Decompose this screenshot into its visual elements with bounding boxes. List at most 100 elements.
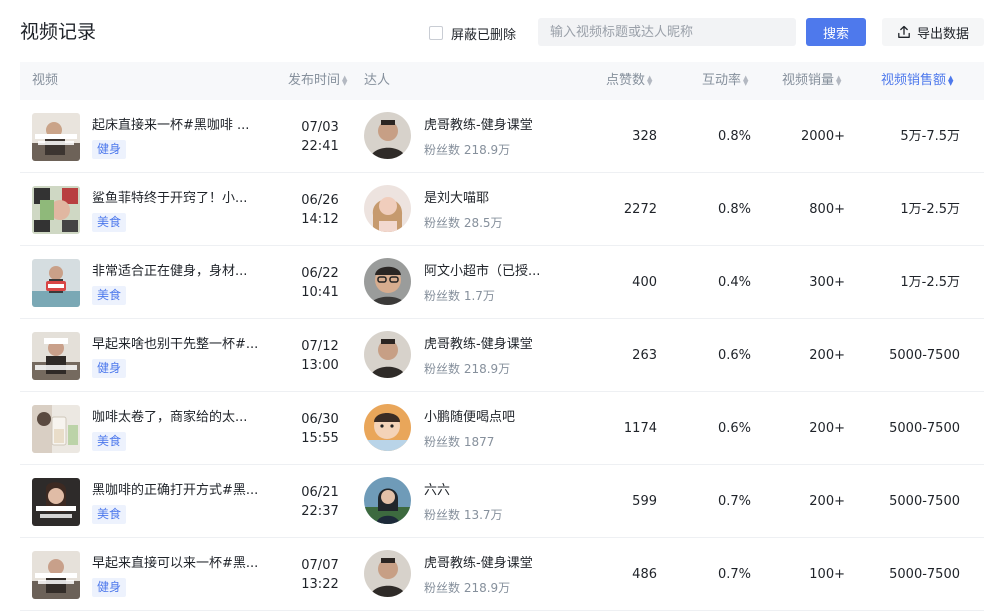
publish-time: 07/12 13:00 — [301, 339, 339, 373]
category-tag: 美食 — [92, 213, 127, 232]
sort-icon: ▲ ▼ — [743, 73, 749, 87]
search-input[interactable] — [538, 18, 796, 46]
category-tag: 健身 — [92, 359, 127, 378]
category-tag: 美食 — [92, 286, 127, 305]
sort-icon: ▲ ▼ — [342, 73, 348, 87]
influencer-name[interactable]: 虎哥教练-健身课堂 — [424, 555, 564, 573]
video-revenue: 1万-2.5万 — [900, 275, 960, 290]
column-header-publish-time[interactable]: 发布时间 ▲ ▼ — [288, 62, 347, 100]
publish-time: 07/07 13:22 — [301, 558, 339, 592]
like-count: 400 — [632, 275, 657, 290]
video-title[interactable]: 非常适合正在健身，身材... — [92, 263, 272, 281]
video-sales: 200+ — [809, 348, 845, 363]
engagement-rate: 0.8% — [717, 129, 751, 144]
table-row[interactable]: 咖啡太卷了，商家给的太... 美食 06/30 15:55 小鹏随便喝点吧 粉丝数… — [20, 392, 984, 465]
influencer-avatar[interactable] — [364, 477, 411, 524]
category-tag: 健身 — [92, 140, 127, 159]
influencer-avatar[interactable] — [364, 258, 411, 305]
video-title[interactable]: 早起来啥也别干先整一杯#... — [92, 336, 272, 354]
engagement-rate: 0.4% — [717, 275, 751, 290]
publish-time: 06/21 22:37 — [301, 485, 339, 519]
influencer-name[interactable]: 虎哥教练-健身课堂 — [424, 336, 564, 354]
publish-time: 06/30 15:55 — [301, 412, 339, 446]
video-revenue: 5万-7.5万 — [900, 129, 960, 144]
video-sales: 200+ — [809, 494, 845, 509]
table-row[interactable]: 早起来直接可以来一杯#黑... 健身 07/07 13:22 虎哥教练-健身课堂 … — [20, 538, 984, 611]
influencer-avatar[interactable] — [364, 404, 411, 451]
influencer-avatar[interactable] — [364, 185, 411, 232]
follower-count: 粉丝数 28.5万 — [424, 216, 503, 230]
engagement-rate: 0.7% — [717, 567, 751, 582]
hide-deleted-checkbox[interactable] — [429, 26, 443, 40]
video-thumbnail[interactable] — [32, 113, 80, 161]
publish-time: 06/22 10:41 — [301, 266, 339, 300]
engagement-rate: 0.7% — [717, 494, 751, 509]
influencer-name[interactable]: 阿文小超市（已授... — [424, 263, 564, 281]
page-header: 视频记录 屏蔽已删除 搜索 导出数据 — [0, 0, 1001, 62]
follower-count: 粉丝数 1.7万 — [424, 289, 495, 303]
video-records-page: 视频记录 屏蔽已删除 搜索 导出数据 视频 发布时间▲▼ 达人 点赞数▲▼ 互动… — [0, 0, 1001, 612]
video-revenue: 5000-7500 — [889, 567, 960, 582]
video-thumbnail[interactable] — [32, 186, 80, 234]
search-button[interactable]: 搜索 — [806, 18, 866, 46]
video-thumbnail[interactable] — [32, 332, 80, 380]
video-sales: 300+ — [809, 275, 845, 290]
column-header-influencer: 达人 — [364, 73, 391, 88]
sort-icon: ▲ ▼ — [836, 73, 842, 87]
follower-count: 粉丝数 218.9万 — [424, 143, 511, 157]
column-header-engagement[interactable]: 互动率 ▲ ▼ — [702, 62, 748, 100]
like-count: 486 — [632, 567, 657, 582]
category-tag: 美食 — [92, 505, 127, 524]
video-title[interactable]: 黑咖啡的正确打开方式#黑... — [92, 482, 272, 500]
influencer-name[interactable]: 虎哥教练-健身课堂 — [424, 117, 564, 135]
influencer-avatar[interactable] — [364, 331, 411, 378]
column-header-video: 视频 — [32, 73, 59, 88]
table-row[interactable]: 起床直接来一杯#黑咖啡 ... 健身 07/03 22:41 虎哥教练-健身课堂 … — [20, 100, 984, 173]
influencer-name[interactable]: 是刘大喵耶 — [424, 190, 564, 208]
column-header-revenue[interactable]: 视频销售额 ▲ ▼ — [881, 62, 953, 100]
video-revenue: 5000-7500 — [889, 494, 960, 509]
table-body: 起床直接来一杯#黑咖啡 ... 健身 07/03 22:41 虎哥教练-健身课堂 … — [20, 100, 984, 611]
like-count: 1174 — [623, 421, 657, 436]
page-title: 视频记录 — [20, 21, 97, 43]
publish-time: 06/26 14:12 — [301, 193, 339, 227]
video-sales: 800+ — [809, 202, 845, 217]
sort-icon: ▲ ▼ — [948, 73, 954, 87]
follower-count: 粉丝数 1877 — [424, 435, 495, 449]
influencer-avatar[interactable] — [364, 550, 411, 597]
column-header-likes[interactable]: 点赞数 ▲ ▼ — [606, 62, 652, 100]
like-count: 328 — [632, 129, 657, 144]
video-revenue: 5000-7500 — [889, 421, 960, 436]
video-thumbnail[interactable] — [32, 551, 80, 599]
hide-deleted-toggle[interactable]: 屏蔽已删除 — [429, 24, 517, 43]
influencer-name[interactable]: 六六 — [424, 482, 564, 500]
video-sales: 100+ — [809, 567, 845, 582]
engagement-rate: 0.6% — [717, 421, 751, 436]
table-row[interactable]: 非常适合正在健身，身材... 美食 06/22 10:41 阿文小超市（已授...… — [20, 246, 984, 319]
video-revenue: 1万-2.5万 — [900, 202, 960, 217]
follower-count: 粉丝数 218.9万 — [424, 581, 511, 595]
hide-deleted-label: 屏蔽已删除 — [451, 27, 517, 43]
video-thumbnail[interactable] — [32, 478, 80, 526]
video-sales: 200+ — [809, 421, 845, 436]
video-title[interactable]: 起床直接来一杯#黑咖啡 ... — [92, 117, 272, 135]
follower-count: 粉丝数 13.7万 — [424, 508, 503, 522]
engagement-rate: 0.6% — [717, 348, 751, 363]
export-data-button[interactable]: 导出数据 — [882, 18, 984, 46]
upload-icon — [898, 25, 910, 38]
video-title[interactable]: 早起来直接可以来一杯#黑... — [92, 555, 272, 573]
table-row[interactable]: 鲨鱼菲特终于开窍了！小... 美食 06/26 14:12 是刘大喵耶 粉丝数 2… — [20, 173, 984, 246]
column-header-sales[interactable]: 视频销量 ▲ ▼ — [782, 62, 841, 100]
table-row[interactable]: 早起来啥也别干先整一杯#... 健身 07/12 13:00 虎哥教练-健身课堂 … — [20, 319, 984, 392]
video-thumbnail[interactable] — [32, 405, 80, 453]
influencer-avatar[interactable] — [364, 112, 411, 159]
video-thumbnail[interactable] — [32, 259, 80, 307]
like-count: 263 — [632, 348, 657, 363]
influencer-name[interactable]: 小鹏随便喝点吧 — [424, 409, 564, 427]
video-title[interactable]: 鲨鱼菲特终于开窍了！小... — [92, 190, 272, 208]
video-title[interactable]: 咖啡太卷了，商家给的太... — [92, 409, 272, 427]
table-row[interactable]: 黑咖啡的正确打开方式#黑... 美食 06/21 22:37 六六 粉丝数 13.… — [20, 465, 984, 538]
export-data-label: 导出数据 — [916, 26, 969, 42]
category-tag: 美食 — [92, 432, 127, 451]
sort-icon: ▲ ▼ — [647, 73, 653, 87]
